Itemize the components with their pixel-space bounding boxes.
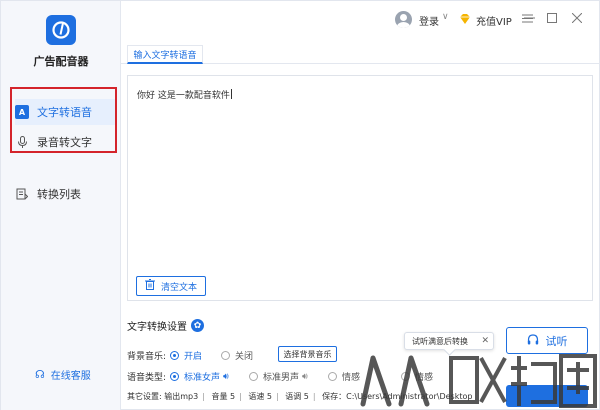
editor-text-wrap: 你好 这是一款配音软件	[137, 88, 232, 101]
save-path[interactable]: 保存：C:\Users\Administrator\Desktop	[322, 392, 472, 401]
trash-icon	[144, 279, 155, 293]
speed-setting[interactable]: 语速 5	[248, 392, 272, 401]
radio-label: 情感	[342, 373, 361, 383]
voice-standard-female-radio[interactable]: 标准女声 🔊︎	[170, 370, 229, 383]
other-settings-label: 其它设置:	[127, 392, 162, 401]
clear-text-button[interactable]: 清空文本	[136, 276, 206, 296]
radio-dot-icon	[221, 351, 230, 360]
voice-standard-male-radio[interactable]: 标准男声 🔊︎	[249, 370, 308, 383]
headphones-icon	[527, 333, 539, 348]
highlight-annotation-box	[10, 87, 117, 153]
online-service-link[interactable]: ☊ 在线客服	[35, 367, 91, 382]
separator: |	[312, 392, 316, 401]
sidebar: 广告配音器 A 文字转语音 录音转文字 转换列表 ☊ 在线客服	[1, 1, 121, 410]
minimize-icon[interactable]	[521, 10, 537, 26]
listen-button[interactable]: 试听	[506, 327, 588, 354]
user-avatar-icon[interactable]	[395, 11, 412, 28]
separator: |	[276, 392, 279, 401]
text-caret	[230, 89, 232, 99]
separator: |	[202, 392, 205, 401]
radio-label: 标准女声	[184, 373, 221, 383]
text-input-area[interactable]: 你好 这是一款配音软件 清空文本	[127, 75, 593, 301]
speaker-icon[interactable]: 🔊︎	[302, 372, 308, 382]
login-link[interactable]: 登录	[419, 13, 439, 28]
gear-icon[interactable]: ✿	[191, 319, 204, 332]
clear-text-label: 清空文本	[160, 282, 197, 293]
app-window: 广告配音器 A 文字转语音 录音转文字 转换列表 ☊ 在线客服 登录 ∨ 充值V…	[0, 0, 600, 410]
bgm-label: 背景音乐:	[127, 352, 167, 362]
speaker-icon[interactable]: 🔊︎	[223, 372, 229, 382]
settings-title: 文字转换设置 ✿	[127, 318, 204, 333]
vip-diamond-icon[interactable]	[458, 12, 472, 26]
pitch-setting[interactable]: 语调 5	[285, 392, 309, 401]
listen-tooltip: 试听满意后转换 ✕	[404, 332, 494, 350]
voice-type-label: 语音类型:	[127, 373, 167, 383]
radio-dot-icon	[328, 372, 337, 381]
tab-input-text-to-speech[interactable]: 输入文字转语音	[127, 45, 203, 64]
tooltip-text: 试听满意后转换	[412, 336, 468, 346]
sidebar-item-label: 转换列表	[37, 188, 81, 201]
other-settings-row: 其它设置: 输出mp3 | 音量 5 | 语速 5 | 语调 5 | 保存：C:\Use…	[127, 391, 472, 402]
maximize-icon[interactable]	[544, 10, 560, 26]
bgm-on-radio[interactable]: 开启	[170, 349, 202, 362]
radio-dot-icon	[401, 372, 410, 381]
radio-label: 关闭	[235, 352, 254, 362]
app-title: 广告配音器	[33, 55, 89, 68]
settings-title-label: 文字转换设置	[127, 322, 187, 333]
radio-label: 开启	[184, 352, 203, 362]
radio-dot-icon	[170, 351, 179, 360]
choose-bgm-button[interactable]: 选择背景音乐	[278, 346, 337, 362]
voice-emotion-radio-2[interactable]: 情感	[401, 370, 433, 383]
convert-button[interactable]	[506, 385, 588, 407]
volume-setting[interactable]: 音量 5	[211, 392, 235, 401]
output-format[interactable]: 输出mp3	[164, 392, 198, 401]
voice-emotion-radio-1[interactable]: 情感	[328, 370, 360, 383]
close-tooltip-icon[interactable]: ✕	[481, 336, 489, 346]
listen-label: 试听	[545, 334, 568, 348]
bgm-off-radio[interactable]: 关闭	[221, 349, 253, 362]
vip-recharge-link[interactable]: 充值VIP	[476, 13, 512, 28]
online-service-label: 在线客服	[50, 371, 91, 382]
title-bar: 登录 ∨ 充值VIP	[121, 1, 600, 39]
conversion-list-icon	[15, 187, 29, 201]
chevron-down-icon[interactable]: ∨	[442, 12, 449, 22]
radio-dot-icon	[170, 372, 179, 381]
radio-label: 标准男声	[263, 373, 300, 383]
headset-icon: ☊	[35, 368, 45, 381]
radio-label: 情感	[415, 373, 434, 383]
app-logo-icon	[46, 15, 76, 45]
sidebar-item-conversion-list[interactable]: 转换列表	[15, 181, 115, 207]
close-icon[interactable]	[569, 10, 585, 26]
editor-text: 你好 这是一款配音软件	[137, 91, 230, 101]
separator: |	[239, 392, 242, 401]
radio-dot-icon	[249, 372, 258, 381]
